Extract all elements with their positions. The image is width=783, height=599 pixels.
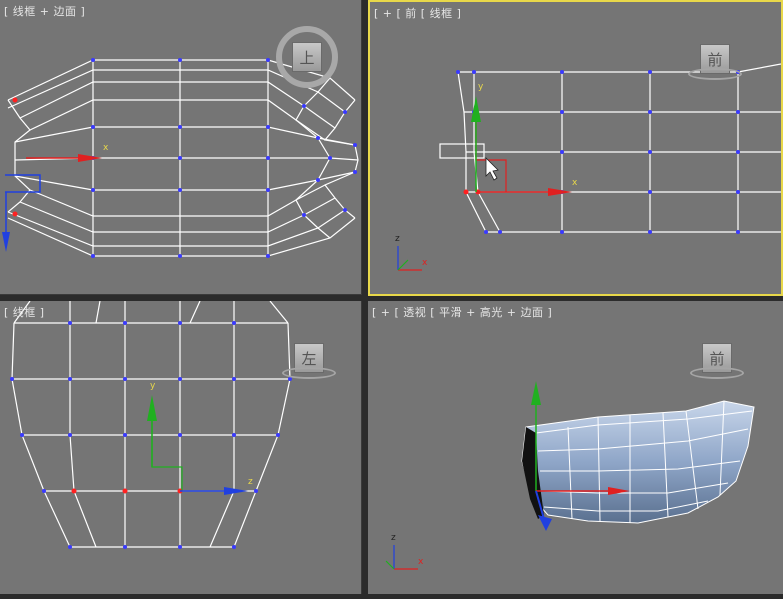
- viewport-label-front[interactable]: [ + [ 前 [ 线框 ]: [374, 5, 461, 21]
- viewcube-ring: [690, 367, 744, 379]
- viewport-label-top[interactable]: [ 线框 + 边面 ]: [4, 3, 85, 19]
- axis-label-y: y: [478, 82, 484, 92]
- viewport-top[interactable]: [ 线框 + 边面 ] 上 x: [0, 0, 362, 295]
- viewcube-left[interactable]: 左: [282, 343, 336, 383]
- viewcube-front[interactable]: 前: [688, 44, 742, 84]
- viewport-label-perspective[interactable]: [ + [ 透视 [ 平滑 + 高光 + 边面 ]: [372, 304, 552, 320]
- tripod-label-z: z: [395, 234, 400, 244]
- viewcube-face-top[interactable]: 上: [292, 42, 322, 72]
- axis-label-x: x: [103, 143, 109, 153]
- viewcube-ring: [282, 367, 336, 379]
- viewcube-ring: [688, 68, 742, 80]
- tripod-label-x: x: [422, 258, 428, 268]
- viewport-label-left[interactable]: [ 线框 ]: [4, 304, 45, 320]
- viewcube-perspective[interactable]: 前: [690, 343, 744, 383]
- tripod-label-z: z: [391, 533, 396, 543]
- viewport-perspective[interactable]: [ + [ 透视 [ 平滑 + 高光 + 边面 ] 前 x z: [368, 301, 783, 594]
- viewport-left[interactable]: [ 线框 ] 左 y z: [0, 301, 362, 594]
- viewport-front[interactable]: [ + [ 前 [ 线框 ] 前 x y x z: [368, 0, 783, 296]
- axis-label-y: y: [150, 381, 156, 391]
- viewcube-top[interactable]: 上: [276, 26, 338, 88]
- axis-label-z: z: [248, 477, 253, 487]
- tripod-label-x: x: [418, 557, 424, 567]
- axis-label-x: x: [572, 178, 578, 188]
